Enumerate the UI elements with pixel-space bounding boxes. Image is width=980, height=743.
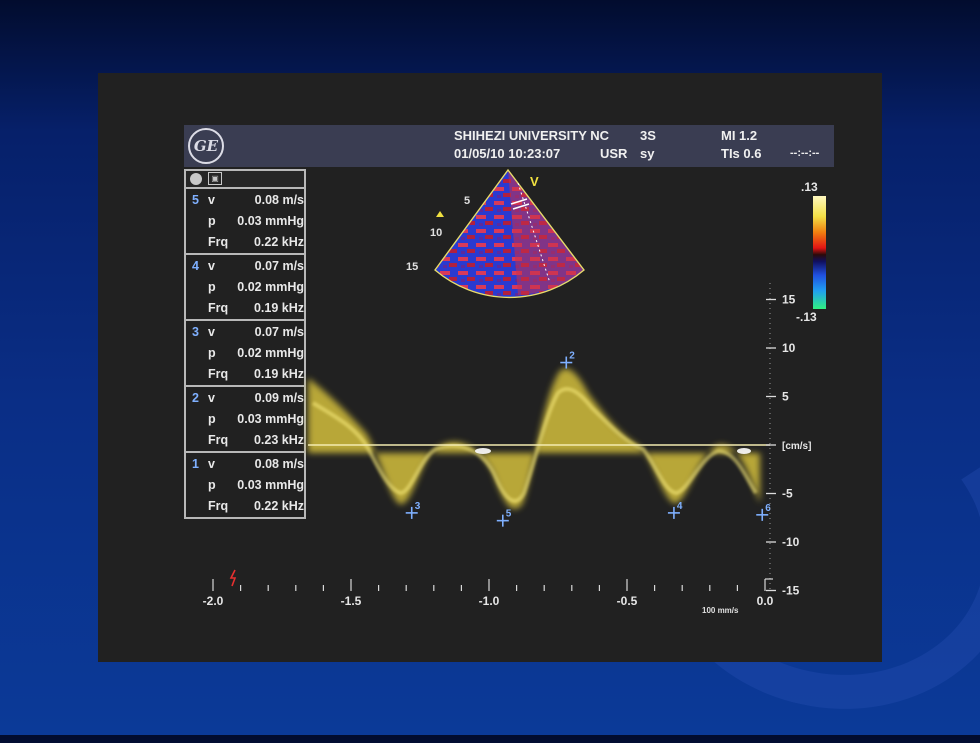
velocity-tick-label: 15 (782, 293, 796, 307)
velocity-tick-label: -10 (782, 535, 800, 549)
velocity-axis: 15 10 5 [cm/s] -5 -10 -15 (766, 283, 811, 598)
doppler-display: V 5 10 15 2354 6 15105[cm/s]-5-10-15 -2.0… (203, 168, 811, 615)
trigger-icon (229, 569, 237, 587)
time-tick-label: -0.5 (617, 594, 638, 608)
depth-label: 5 (464, 195, 470, 207)
doppler-spectrum (308, 368, 770, 509)
time-axis: -2.0 -1.5 -1.0 -0.5 0.0 (203, 578, 774, 608)
sector-label: V (530, 174, 539, 189)
time-tick-label: 0.0 (757, 594, 774, 608)
velocity-tick-label: -15 (782, 584, 800, 598)
velocity-tick-label: [cm/s] (782, 441, 811, 452)
color-doppler-sector: V 5 10 15 (406, 168, 585, 299)
caliper-label: 4 (677, 501, 683, 512)
spectrum-envelope (308, 368, 760, 509)
caliper-label: 2 (569, 351, 575, 362)
spectrum-highlight (737, 448, 751, 454)
focus-marker-icon (436, 211, 444, 217)
depth-label: 15 (406, 261, 418, 273)
ultrasound-screen: GE SHIHEZI UNIVERSITY NC 01/05/10 10:23:… (98, 73, 882, 662)
depth-label: 10 (430, 227, 442, 239)
sweep-speed-label: 100 mm/s (702, 606, 739, 615)
time-tick-label: -1.0 (479, 594, 500, 608)
velocity-tick-label: 10 (782, 341, 796, 355)
time-tick-label: -2.0 (203, 594, 224, 608)
velocity-tick-label: -5 (782, 487, 793, 501)
caliper-label: 5 (506, 509, 512, 520)
time-tick-label: -1.5 (341, 594, 362, 608)
caliper-label: 3 (415, 501, 421, 512)
spectrum-highlight (475, 448, 491, 454)
velocity-tick-label: 5 (782, 390, 789, 404)
